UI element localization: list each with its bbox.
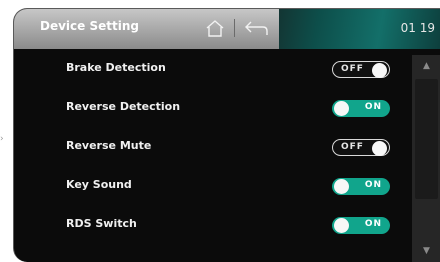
page-title: Device Setting: [40, 19, 139, 33]
setting-row-reverse-mute: Reverse Mute OFF: [14, 132, 404, 162]
scrollbar[interactable]: ▲ ▼: [412, 55, 440, 262]
toggle-knob: [372, 141, 387, 156]
toggle-state-text: OFF: [341, 64, 364, 74]
reverse-mute-toggle[interactable]: OFF: [332, 139, 390, 156]
toggle-state-text: ON: [364, 219, 382, 229]
scroll-up-arrow-icon[interactable]: ▲: [412, 55, 440, 77]
key-sound-toggle[interactable]: ON: [332, 178, 390, 195]
setting-row-rds-switch: RDS Switch ON: [14, 210, 404, 240]
setting-label: RDS Switch: [66, 217, 137, 230]
scroll-down-arrow-icon[interactable]: ▼: [412, 240, 440, 262]
setting-label: Reverse Mute: [66, 139, 152, 152]
scroll-thumb[interactable]: [415, 79, 438, 199]
back-icon[interactable]: [243, 19, 269, 37]
setting-label: Brake Detection: [66, 61, 166, 74]
clock: 01 19: [400, 21, 435, 35]
left-edge-arrow: ›: [0, 134, 4, 144]
brake-detection-toggle[interactable]: OFF: [332, 61, 390, 78]
toggle-knob: [334, 101, 349, 116]
toggle-knob: [334, 179, 349, 194]
toggle-knob: [334, 218, 349, 233]
device-setting-screen: Device Setting 01 19 Brake Detection OFF…: [13, 8, 440, 262]
toggle-state-text: OFF: [341, 142, 364, 152]
toggle-knob: [372, 63, 387, 78]
home-icon[interactable]: [204, 18, 226, 38]
header-bar: Device Setting 01 19: [14, 9, 440, 49]
setting-row-key-sound: Key Sound ON: [14, 171, 404, 201]
setting-label: Reverse Detection: [66, 100, 181, 113]
reverse-detection-toggle[interactable]: ON: [332, 100, 390, 117]
setting-row-reverse-detection: Reverse Detection ON: [14, 93, 404, 123]
rds-switch-toggle[interactable]: ON: [332, 217, 390, 234]
toggle-state-text: ON: [364, 102, 382, 112]
header-divider: [234, 19, 235, 37]
setting-row-brake-detection: Brake Detection OFF: [14, 54, 404, 84]
toggle-state-text: ON: [364, 180, 382, 190]
setting-label: Key Sound: [66, 178, 132, 191]
